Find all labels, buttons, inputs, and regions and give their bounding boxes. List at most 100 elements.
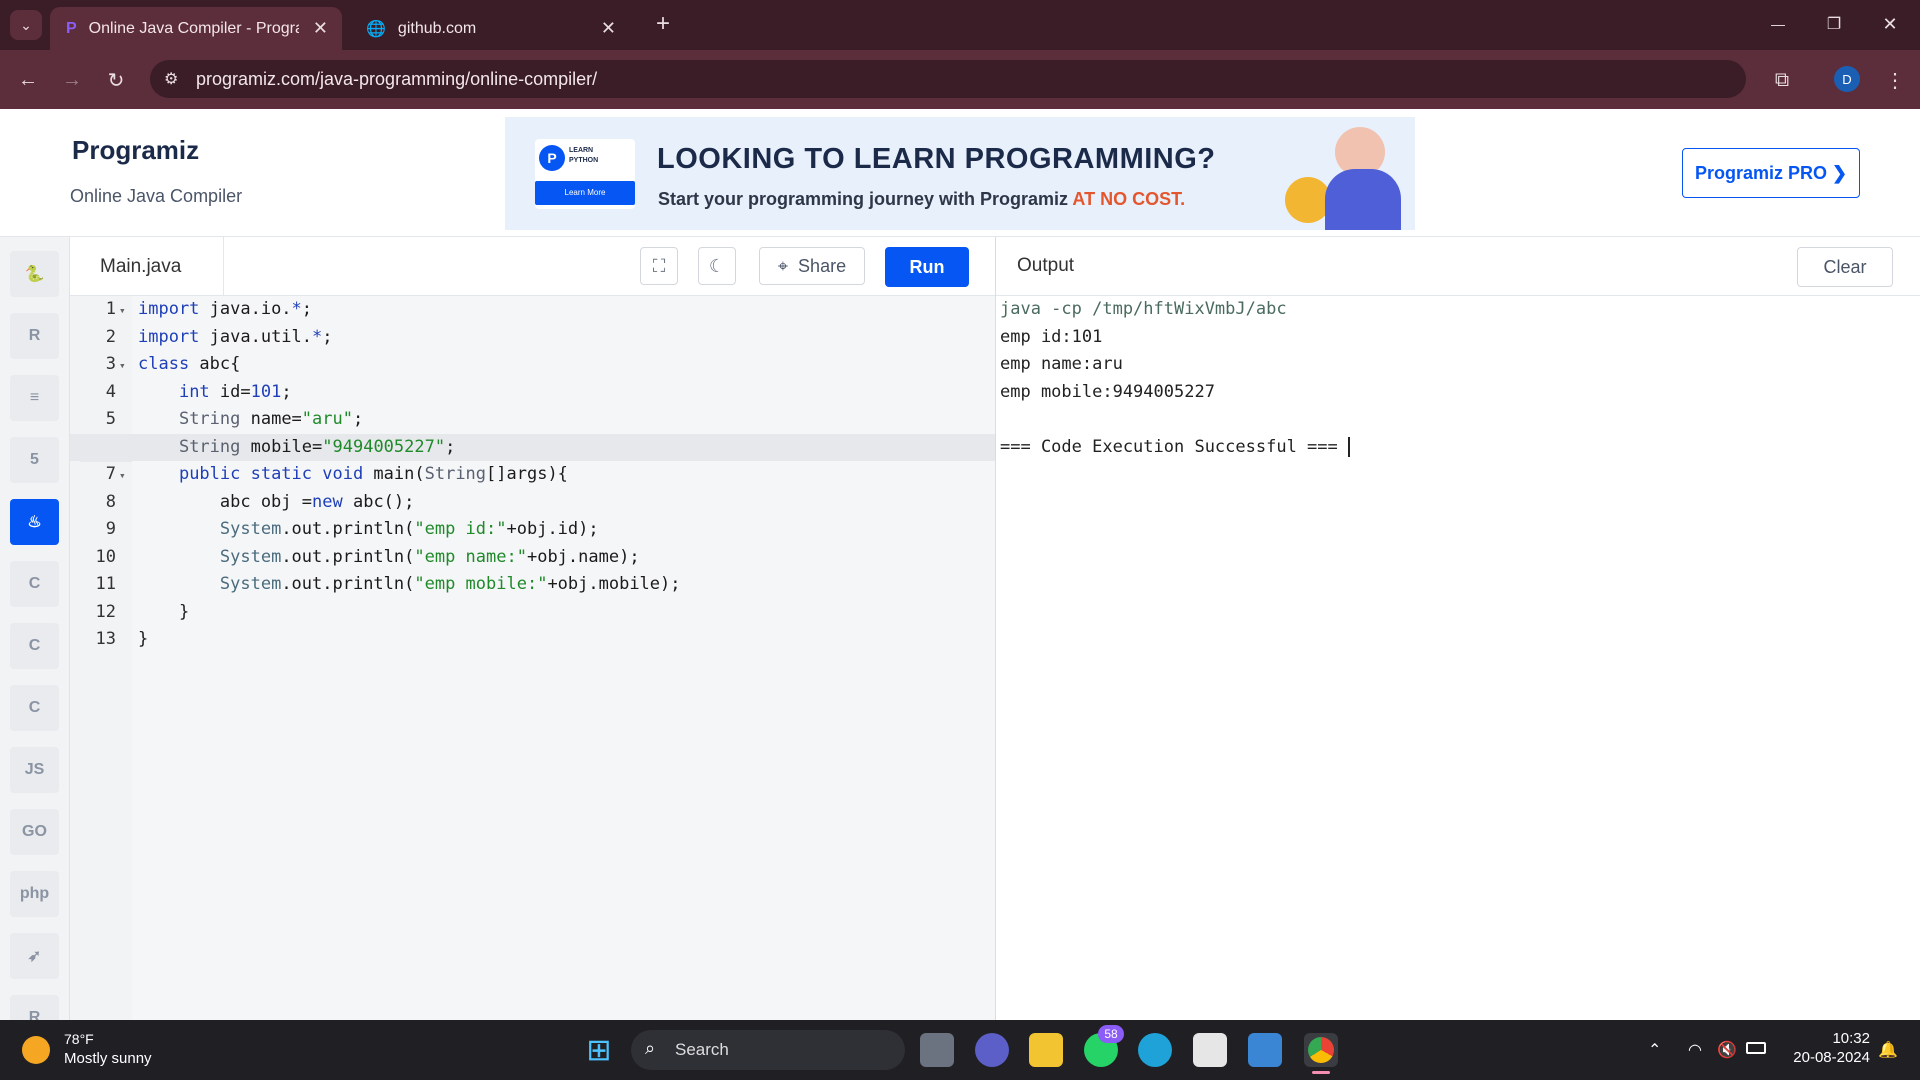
battery-icon[interactable] (1746, 1042, 1766, 1054)
notification-bell-icon[interactable]: 🔔 (1878, 1040, 1898, 1060)
chrome-icon[interactable] (1304, 1033, 1338, 1067)
weather-widget[interactable]: 78°F Mostly sunny (22, 1030, 172, 1072)
url-text[interactable]: programiz.com/java-programming/online-co… (196, 69, 597, 90)
teams-chat-icon[interactable] (975, 1033, 1009, 1067)
sidebar-item-php[interactable]: php (10, 871, 59, 917)
line-number-text: 2 (105, 326, 116, 347)
code-line[interactable]: int id=101; (138, 379, 1001, 407)
file-tab-main-java[interactable]: Main.java (70, 237, 224, 296)
moon-icon: ☾ (708, 255, 726, 276)
reload-icon[interactable]: ↻ (98, 62, 134, 98)
code-line[interactable]: abc obj =new abc(); (138, 489, 1001, 517)
token: .out.println( (281, 574, 415, 594)
share-button[interactable]: ⌖ Share (759, 247, 865, 285)
code-line[interactable]: String name="aru"; (138, 406, 1001, 434)
fold-toggle-icon[interactable]: ▾ (119, 359, 126, 372)
sidebar-item-c[interactable]: C (10, 561, 59, 607)
clock[interactable]: 10:32 20-08-2024 (1786, 1030, 1870, 1070)
sidebar-item-csharp[interactable]: C (10, 685, 59, 731)
search-icon: ⌕ (645, 1038, 656, 1058)
taskbar-search-box[interactable]: ⌕ Search (631, 1030, 905, 1070)
sidebar-item-cpp[interactable]: C (10, 623, 59, 669)
line-number-text: 11 (95, 574, 116, 594)
close-tab-icon[interactable]: ✕ (313, 18, 328, 39)
banner-subline-accent: AT NO COST. (1072, 189, 1186, 209)
restore-button[interactable]: ❐ (1812, 8, 1856, 40)
run-button[interactable]: Run (885, 247, 969, 287)
sidebar-item-swift[interactable]: ➶ (10, 933, 59, 979)
sidebar-item-go[interactable]: GO (10, 809, 59, 855)
token: name= (240, 409, 302, 429)
back-icon[interactable]: ← (10, 62, 46, 98)
clear-button[interactable]: Clear (1797, 247, 1893, 287)
task-view-icon[interactable] (920, 1033, 954, 1067)
php-icon: php (19, 885, 50, 902)
badge-learn-more: Learn More (535, 181, 635, 205)
sidebar-item-java[interactable]: ♨ (10, 499, 59, 545)
code-line[interactable]: String mobile="9494005227"; (138, 434, 1001, 462)
profile-avatar[interactable]: D (1834, 66, 1860, 92)
code-line[interactable]: System.out.println("emp mobile:"+obj.mob… (138, 571, 1001, 599)
code-line[interactable]: } (138, 599, 1001, 627)
token: class (138, 354, 190, 374)
minimize-button[interactable]: — (1756, 8, 1800, 40)
fold-toggle-icon[interactable]: ▾ (119, 304, 126, 317)
code-line[interactable]: System.out.println("emp id:"+obj.id); (138, 516, 1001, 544)
fullscreen-button[interactable]: ⛶ (640, 247, 678, 285)
windows-start-icon[interactable]: ⊞ (582, 1033, 616, 1067)
show-hidden-icons-chevron[interactable]: ⌃ (1648, 1040, 1661, 1060)
volume-muted-icon[interactable]: 🔇 (1717, 1040, 1737, 1060)
sidebar-item-rust[interactable]: R (10, 995, 59, 1020)
page-subtitle: Online Java Compiler (70, 186, 243, 206)
extensions-icon[interactable]: ⧉ (1764, 62, 1800, 98)
sidebar-item-r[interactable]: R (10, 313, 59, 359)
whatsapp-icon[interactable]: 58 (1084, 1025, 1124, 1067)
dark-mode-button[interactable]: ☾ (698, 247, 736, 285)
line-number: 5 (80, 406, 132, 435)
fold-toggle-icon[interactable]: ▾ (119, 469, 126, 482)
windows-taskbar (0, 1020, 1920, 1080)
python-icon: 🐍 (24, 266, 45, 283)
sidebar-item-html[interactable]: 5 (10, 437, 59, 483)
sidebar-item-sql[interactable]: ≡ (10, 375, 59, 421)
active-app-indicator (1312, 1071, 1330, 1074)
tab-github[interactable]: 🌐 github.com ✕ (350, 7, 630, 50)
sidebar-item-js[interactable]: JS (10, 747, 59, 793)
line-number: 8 (80, 489, 132, 518)
tab-java-compiler[interactable]: P Online Java Compiler - Program ✕ (50, 7, 342, 50)
programiz-logo[interactable]: Programiz (72, 135, 199, 166)
programiz-pro-button[interactable]: Programiz PRO ❯ (1682, 148, 1860, 198)
close-window-button[interactable]: ✕ (1868, 8, 1912, 40)
tab-search-chevron-icon[interactable]: ⌄ (10, 10, 42, 40)
address-bar[interactable]: ⚙ programiz.com/java-programming/online-… (150, 60, 1746, 98)
code-line[interactable]: import java.util.*; (138, 324, 1001, 352)
wifi-icon[interactable]: ◠ (1688, 1040, 1702, 1060)
new-tab-button[interactable]: + (648, 8, 678, 40)
token: +obj.mobile); (547, 574, 681, 594)
line-number: 7 ▾ (80, 461, 132, 490)
file-explorer-icon[interactable] (1029, 1033, 1063, 1067)
chrome-menu-icon[interactable]: ⋮ (1880, 62, 1910, 98)
code-line[interactable]: public static void main(String[]args){ (138, 461, 1001, 489)
output-console[interactable]: java -cp /tmp/hftWixVmbJ/abc emp id:101 … (996, 296, 1920, 1020)
edge-browser-icon[interactable] (1138, 1033, 1172, 1067)
promo-banner[interactable]: P LEARN PYTHON Learn More LOOKING TO LEA… (505, 117, 1415, 230)
line-number: 4 (80, 379, 132, 408)
code-line[interactable]: class abc{ (138, 351, 1001, 379)
output-line: emp id:101 (1000, 326, 1103, 347)
site-info-icon[interactable]: ⚙ (164, 69, 178, 89)
code-line[interactable]: import java.io.*; (138, 296, 1001, 324)
code-line[interactable]: } (138, 626, 1001, 654)
token: ; (281, 381, 292, 402)
forward-icon[interactable]: → (54, 62, 90, 98)
globe-icon: 🌐 (366, 20, 386, 38)
code-editor[interactable]: import java.io.*; import java.util.*; cl… (70, 296, 995, 1020)
close-tab-icon[interactable]: ✕ (601, 18, 616, 39)
microsoft-store-icon[interactable] (1193, 1033, 1227, 1067)
token: "emp mobile:" (414, 574, 548, 594)
notepad-icon[interactable] (1248, 1033, 1282, 1067)
clear-label: Clear (1823, 256, 1867, 277)
sidebar-item-python[interactable]: 🐍 (10, 251, 59, 297)
code-line[interactable]: System.out.println("emp name:"+obj.name)… (138, 544, 1001, 572)
